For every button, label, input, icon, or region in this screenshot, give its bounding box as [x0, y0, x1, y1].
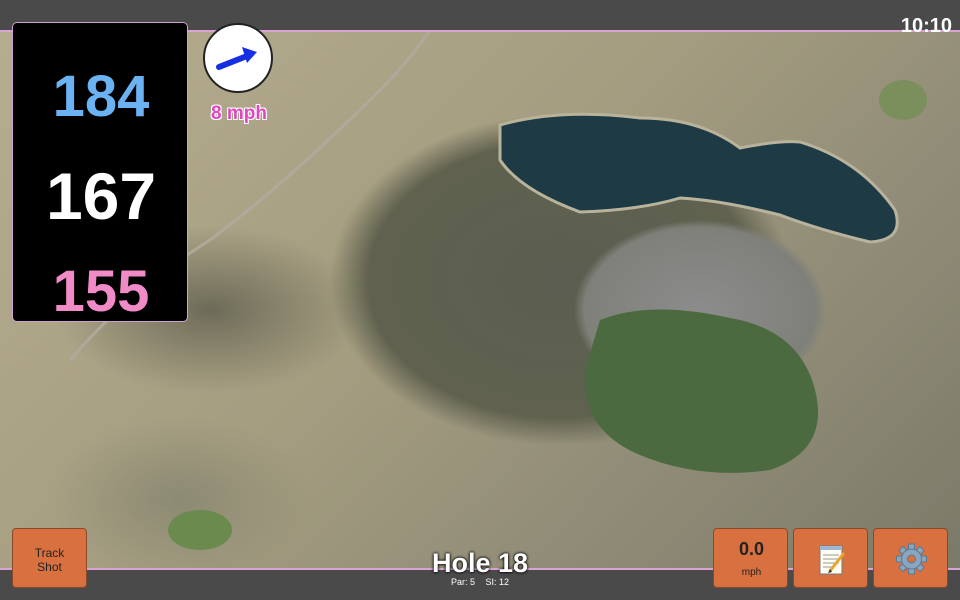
hole-title: Hole 18 [431, 548, 529, 578]
notes-button[interactable] [793, 528, 868, 588]
speed-unit: mph [741, 567, 762, 578]
notepad-icon [819, 545, 846, 575]
upper-pond [498, 112, 899, 244]
lower-pond [584, 309, 818, 473]
track-shot-button[interactable]: Track Shot [12, 528, 87, 588]
track-shot-label-line2: Shot [37, 560, 62, 574]
distance-back: 184 [52, 64, 150, 129]
clock: 10:10 [900, 15, 952, 37]
gear-icon [896, 543, 927, 575]
wind-arrow-icon [216, 47, 257, 70]
green-top-right [879, 80, 927, 120]
distance-front: 155 [52, 259, 150, 324]
wind-speed-label: 8 mph [211, 103, 267, 124]
hole-par: Par: 5 [450, 577, 475, 587]
hole-stroke-index: SI: 12 [485, 577, 510, 587]
wind-indicator[interactable] [203, 23, 273, 93]
settings-button[interactable] [873, 528, 948, 588]
distance-middle: 167 [45, 159, 157, 233]
speed-value: 0.0 [738, 539, 765, 559]
hole-info: Par: 5 SI: 12 [420, 577, 540, 587]
speed-button[interactable]: 0.0 mph [713, 528, 788, 588]
distance-panel: 184 167 155 [12, 22, 188, 324]
green-bottom-left [168, 510, 232, 550]
track-shot-label-line1: Track [34, 546, 65, 560]
